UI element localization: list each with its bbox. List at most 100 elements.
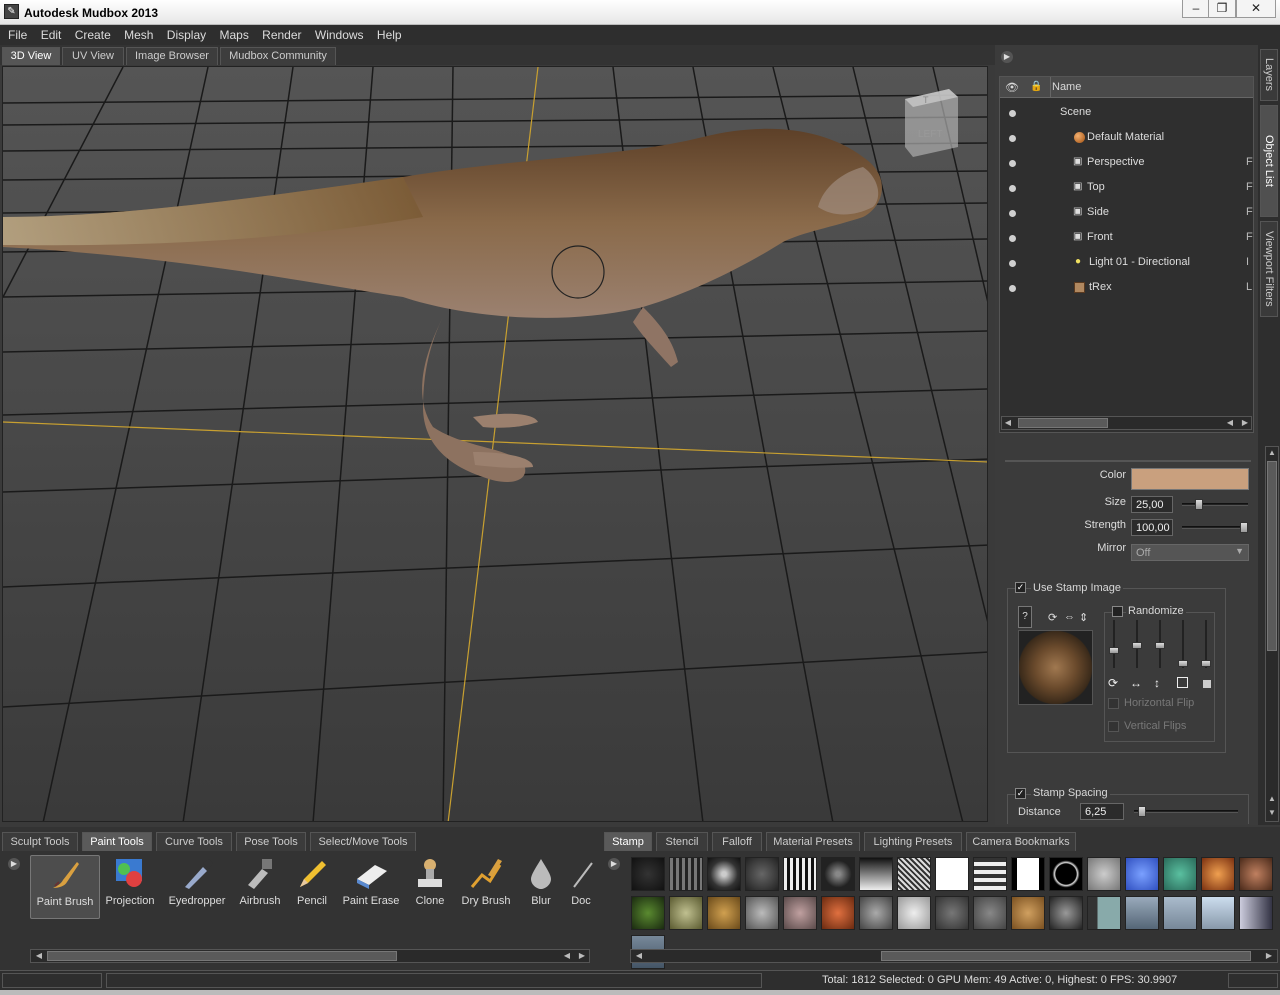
tool-clone[interactable]: Clone	[408, 855, 452, 919]
stamp-thumbnail[interactable]	[1125, 896, 1159, 930]
stamp-thumbnail[interactable]	[1049, 857, 1083, 891]
tab-material-presets[interactable]: Material Presets	[766, 832, 860, 851]
stamp-thumbnail[interactable]	[631, 857, 665, 891]
random-slider-knob[interactable]	[1178, 660, 1188, 667]
stamp-thumbnail[interactable]	[935, 857, 969, 891]
minimize-button[interactable]: –	[1182, 0, 1210, 18]
stamp-thumbnail[interactable]	[783, 857, 817, 891]
list-item-front[interactable]: ▣ Front F	[1000, 226, 1253, 251]
tab-camera-bookmarks[interactable]: Camera Bookmarks	[966, 832, 1076, 851]
scroll-left-icon[interactable]: ◀	[561, 950, 573, 962]
stamp-thumbnail[interactable]	[707, 857, 741, 891]
list-item-scene[interactable]: Scene	[1000, 101, 1253, 126]
color-swatch[interactable]	[1131, 468, 1249, 490]
tab-layers[interactable]: Layers	[1260, 49, 1278, 101]
stamp-thumbnail[interactable]	[1239, 857, 1273, 891]
tab-3d-view[interactable]: 3D View	[2, 47, 60, 65]
stamp-thumbnail[interactable]	[897, 896, 931, 930]
stamp-thumbnail[interactable]	[745, 857, 779, 891]
name-column-header[interactable]: Name	[1052, 81, 1081, 93]
scroll-thumb[interactable]	[47, 951, 397, 961]
visibility-dot[interactable]	[1009, 260, 1016, 267]
stamp-thumbnail[interactable]	[783, 896, 817, 930]
random-slider-5[interactable]	[1201, 620, 1211, 668]
stamp-thumbnail[interactable]	[631, 896, 665, 930]
tab-select-move-tools[interactable]: Select/Move Tools	[310, 832, 416, 851]
tab-uv-view[interactable]: UV View	[62, 47, 124, 65]
trex-model[interactable]	[3, 128, 882, 482]
stamp-thumbnail[interactable]	[859, 896, 893, 930]
stamp-thumbnail[interactable]	[897, 857, 931, 891]
viewcube[interactable]: Т LEFT	[905, 89, 958, 157]
distance-slider-knob[interactable]	[1138, 806, 1146, 817]
size-input[interactable]: 25,00	[1131, 496, 1173, 513]
random-slider-1[interactable]	[1109, 620, 1119, 668]
stamp-thumbnail[interactable]	[973, 857, 1007, 891]
stamp-thumbnail[interactable]	[745, 896, 779, 930]
stamp-thumbnail[interactable]	[1087, 857, 1121, 891]
stamp-thumbnail[interactable]	[1163, 896, 1197, 930]
stamp-thumbnail[interactable]	[1011, 896, 1045, 930]
stamp-thumbnail[interactable]	[707, 896, 741, 930]
visibility-dot[interactable]	[1009, 135, 1016, 142]
strength-input[interactable]: 100,00	[1131, 519, 1173, 536]
menu-help[interactable]: Help	[372, 25, 407, 42]
visibility-dot[interactable]	[1009, 110, 1016, 117]
scroll-right-icon[interactable]: ▶	[1263, 950, 1275, 962]
visibility-dot[interactable]	[1009, 285, 1016, 292]
menu-edit[interactable]: Edit	[36, 25, 67, 42]
tab-paint-tools[interactable]: Paint Tools	[82, 832, 152, 851]
scroll-left-icon[interactable]: ◀	[1002, 417, 1014, 429]
tool-dry-brush[interactable]: Dry Brush	[458, 855, 514, 919]
panel-collapse-icon[interactable]: ▶	[1001, 51, 1013, 63]
tray-expand-icon[interactable]: ▶	[608, 858, 620, 870]
tab-pose-tools[interactable]: Pose Tools	[236, 832, 306, 851]
tab-curve-tools[interactable]: Curve Tools	[156, 832, 232, 851]
lock-icon[interactable]: 🔒	[1030, 81, 1042, 92]
scroll-left-icon[interactable]: ◀	[1224, 417, 1236, 429]
list-item-top[interactable]: ▣ Top F	[1000, 176, 1253, 201]
stamp-thumbnail[interactable]	[1163, 857, 1197, 891]
stamp-thumbnail[interactable]	[821, 896, 855, 930]
mirror-select[interactable]: Off ▼	[1131, 544, 1249, 561]
tab-stamp[interactable]: Stamp	[604, 832, 652, 851]
stamp-thumbnail[interactable]	[935, 896, 969, 930]
list-item-side[interactable]: ▣ Side F	[1000, 201, 1253, 226]
stamp-thumbnail[interactable]	[859, 857, 893, 891]
stamp-thumbnail[interactable]	[1125, 857, 1159, 891]
scroll-left-icon[interactable]: ◀	[633, 950, 645, 962]
tool-pencil[interactable]: Pencil	[290, 855, 334, 919]
stamp-image-preview[interactable]	[1018, 630, 1093, 705]
object-list-scrollbar[interactable]: ◀ ◀ ▶	[1001, 416, 1252, 430]
stamp-flip-v-icon[interactable]: ⇕	[1079, 611, 1088, 624]
stamp-thumbnail[interactable]	[821, 857, 855, 891]
stamp-thumbnail[interactable]	[1049, 896, 1083, 930]
random-slider-knob[interactable]	[1155, 642, 1165, 649]
list-item-perspective[interactable]: ▣ Perspective F	[1000, 151, 1253, 176]
random-slider-knob[interactable]	[1132, 642, 1142, 649]
stamp-flip-h-icon[interactable]: ⇔	[1064, 611, 1075, 623]
tab-falloff[interactable]: Falloff	[712, 832, 762, 851]
strength-slider-knob[interactable]	[1240, 522, 1248, 533]
tool-projection[interactable]: Projection	[102, 855, 158, 919]
random-slider-knob[interactable]	[1201, 660, 1211, 667]
list-item-light[interactable]: ● Light 01 - Directional I	[1000, 251, 1253, 276]
tab-image-browser[interactable]: Image Browser	[126, 47, 218, 65]
random-slider-2[interactable]	[1132, 620, 1142, 668]
scroll-thumb[interactable]	[1018, 418, 1108, 428]
tool-blur[interactable]: Blur	[520, 855, 562, 919]
tab-lighting-presets[interactable]: Lighting Presets	[864, 832, 962, 851]
random-slider-3[interactable]	[1155, 620, 1165, 668]
randomize-checkbox[interactable]	[1112, 606, 1123, 617]
stamp-rotate-icon[interactable]: ⟳	[1048, 611, 1057, 624]
visibility-dot[interactable]	[1009, 210, 1016, 217]
use-stamp-checkbox[interactable]: ✓	[1015, 582, 1026, 593]
scroll-right-icon[interactable]: ▶	[1239, 417, 1251, 429]
tool-eyedropper[interactable]: Eyedropper	[162, 855, 232, 919]
3d-viewport[interactable]: Т LEFT	[2, 66, 988, 822]
vertical-flips-checkbox[interactable]	[1108, 721, 1119, 732]
visibility-dot[interactable]	[1009, 185, 1016, 192]
stamp-thumbnail[interactable]	[1201, 896, 1235, 930]
distance-input[interactable]: 6,25	[1080, 803, 1124, 820]
tab-mudbox-community[interactable]: Mudbox Community	[220, 47, 336, 65]
